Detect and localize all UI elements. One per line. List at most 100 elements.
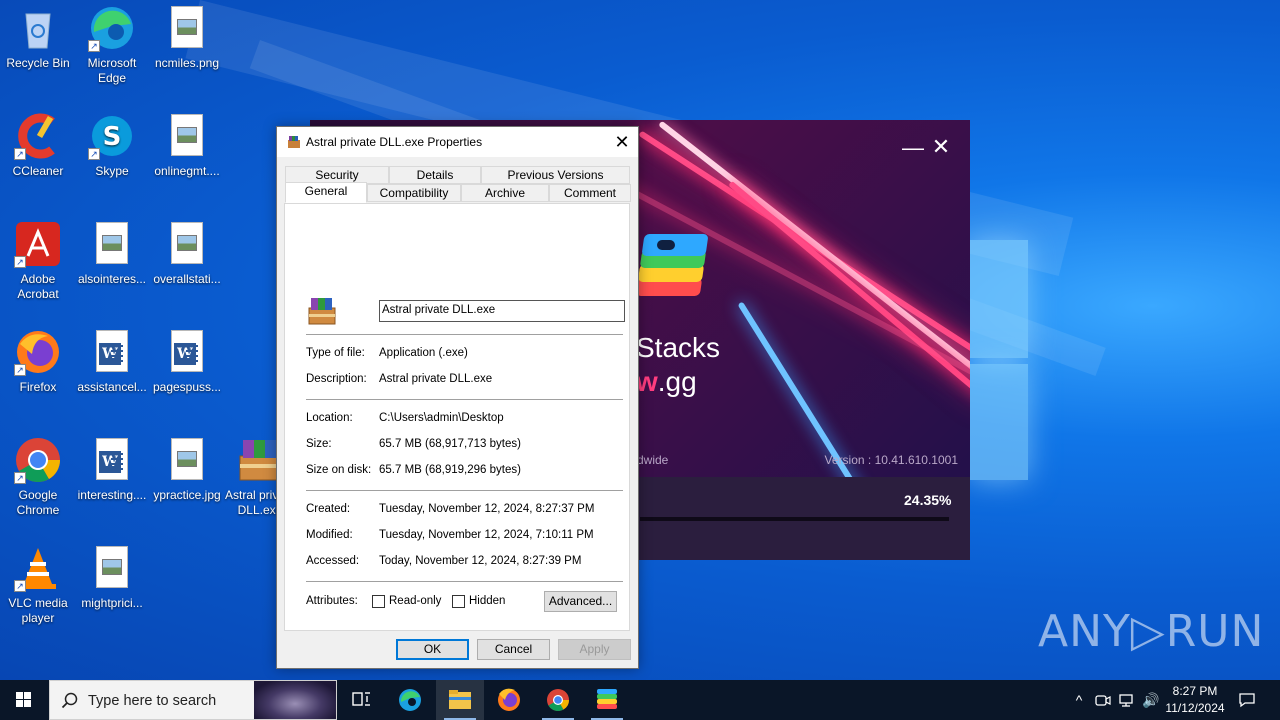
properties-dialog[interactable]: Astral private DLL.exe Properties ✕ Secu… [276,126,639,669]
desktop-icon-label: CCleaner [12,164,64,178]
desktop-icon[interactable]: ncmiles.png [149,4,225,71]
general-tab-panel: Astral private DLL.exe Type of file: App… [284,203,630,631]
taskbar-bluestacks[interactable] [583,680,631,720]
meet-now-icon[interactable] [1094,692,1112,708]
desktop-icon[interactable]: S ↗ Skype [74,112,150,179]
size-label: Size: [306,438,332,450]
advanced-button[interactable]: Advanced... [544,591,617,612]
size-on-disk-label: Size on disk: [306,464,372,476]
dialog-title: Astral private DLL.exe Properties [306,135,483,149]
dialog-titlebar[interactable]: Astral private DLL.exe Properties ✕ [277,127,638,157]
taskbar-search-box[interactable]: Type here to search [49,680,337,720]
desktop-icon[interactable]: ↗ Adobe Acrobat [0,220,76,302]
desktop-icon[interactable]: ↗ Firefox [0,328,76,395]
desktop-icon-label: interesting.... [77,488,147,502]
description-value: Astral private DLL.exe [379,373,493,385]
file-name-field[interactable]: Astral private DLL.exe [379,300,625,322]
tab-details[interactable]: Details [389,166,481,184]
notification-icon[interactable] [1238,692,1256,708]
attributes-label: Attributes: [306,595,358,607]
desktop-icon-label: assistancel... [77,380,147,394]
edge-icon: ↗ [88,4,136,52]
accessed-value: Today, November 12, 2024, 8:27:39 PM [379,555,582,567]
word-doc-icon: W [88,436,136,484]
desktop-icon[interactable]: ↗ CCleaner [0,112,76,179]
modified-label: Modified: [306,529,353,541]
accessed-label: Accessed: [306,555,360,567]
tab-compatibility[interactable]: Compatibility [367,184,461,202]
close-icon[interactable]: ✕ [930,136,952,158]
bluestacks-tagline: dwide [637,453,669,467]
word-doc-icon: W [163,328,211,376]
tab-archive[interactable]: Archive [461,184,549,202]
readonly-checkbox[interactable] [372,595,385,608]
desktop-icon[interactable]: ↗ Google Chrome [0,436,76,518]
tab-previous-versions[interactable]: Previous Versions [481,166,630,184]
cancel-button[interactable]: Cancel [477,639,550,660]
image-file-icon [163,436,211,484]
chrome-icon: ↗ [14,436,62,484]
desktop-icon-label: VLC media player [8,596,68,625]
desktop-icon[interactable]: onlinegmt.... [149,112,225,179]
desktop-icon[interactable]: Winteresting.... [74,436,150,503]
desktop-icon[interactable]: alsointeres... [74,220,150,287]
firefox-icon [498,688,520,711]
clock-time[interactable]: 8:27 PM [1166,684,1224,698]
desktop-icon[interactable]: Wassistancel... [74,328,150,395]
tab-comment[interactable]: Comment [549,184,631,202]
hidden-checkbox[interactable] [452,595,465,608]
chevron-up-icon[interactable]: ^ [1070,692,1088,708]
desktop-icon-label: Adobe Acrobat [17,272,59,301]
desktop-icon-label: ncmiles.png [154,56,220,70]
size-value: 65.7 MB (68,917,713 bytes) [379,438,521,450]
windows-logo-glow [970,240,1030,480]
ok-button[interactable]: OK [396,639,469,660]
modified-value: Tuesday, November 12, 2024, 7:10:11 PM [379,529,594,541]
clock-date[interactable]: 11/12/2024 [1162,701,1228,715]
desktop-icon[interactable]: Recycle Bin [0,4,76,71]
shortcut-arrow-icon: ↗ [14,580,26,592]
hidden-label[interactable]: Hidden [469,595,505,607]
image-file-icon [88,220,136,268]
edge-icon [399,689,421,711]
taskbar-chrome[interactable] [534,680,582,720]
task-view-button[interactable] [337,680,385,720]
taskbar-edge[interactable] [386,680,434,720]
taskbar: Type here to search ^ 🔊 8:27 PM 11/12/20… [0,680,1280,720]
readonly-label[interactable]: Read-only [389,595,441,607]
word-doc-icon: W [88,328,136,376]
desktop-icon[interactable]: mightprici... [74,544,150,611]
file-explorer-icon [449,690,471,709]
desktop-icon[interactable]: ypractice.jpg [149,436,225,503]
install-progress-bar [640,517,949,521]
tab-general[interactable]: General [285,182,367,203]
apply-button[interactable]: Apply [558,639,631,660]
desktop-icon-label: Recycle Bin [6,56,70,70]
image-file-icon [163,4,211,52]
desktop-icon-label: pagespuss... [152,380,222,394]
desktop-icon[interactable]: ↗ Microsoft Edge [74,4,150,86]
shortcut-arrow-icon: ↗ [88,148,100,160]
firefox-icon: ↗ [14,328,62,376]
taskbar-firefox[interactable] [485,680,533,720]
minimize-icon[interactable]: — [902,137,924,159]
bluestacks-brand-text: Stacks [636,332,721,363]
desktop-icon-label: Google Chrome [16,488,60,517]
image-file-icon [88,544,136,592]
desktop-icon[interactable]: overallstati... [149,220,225,287]
close-icon[interactable]: ✕ [607,130,637,154]
start-button[interactable] [0,680,48,720]
desktop-icon-label: mightprici... [81,596,143,610]
shortcut-arrow-icon: ↗ [14,472,26,484]
recycle-bin-icon [14,4,62,52]
task-view-icon [352,692,370,706]
desktop-icon-label: Skype [95,164,129,178]
image-file-icon [163,112,211,160]
desktop-icon[interactable]: Wpagespuss... [149,328,225,395]
network-icon[interactable] [1118,692,1136,708]
desktop-icon[interactable]: ↗ VLC media player [0,544,76,626]
size-on-disk-value: 65.7 MB (68,919,296 bytes) [379,464,521,476]
taskbar-file-explorer[interactable] [436,680,484,720]
desktop-icon-label: ypractice.jpg [153,488,221,502]
speaker-icon[interactable]: 🔊 [1142,692,1160,708]
